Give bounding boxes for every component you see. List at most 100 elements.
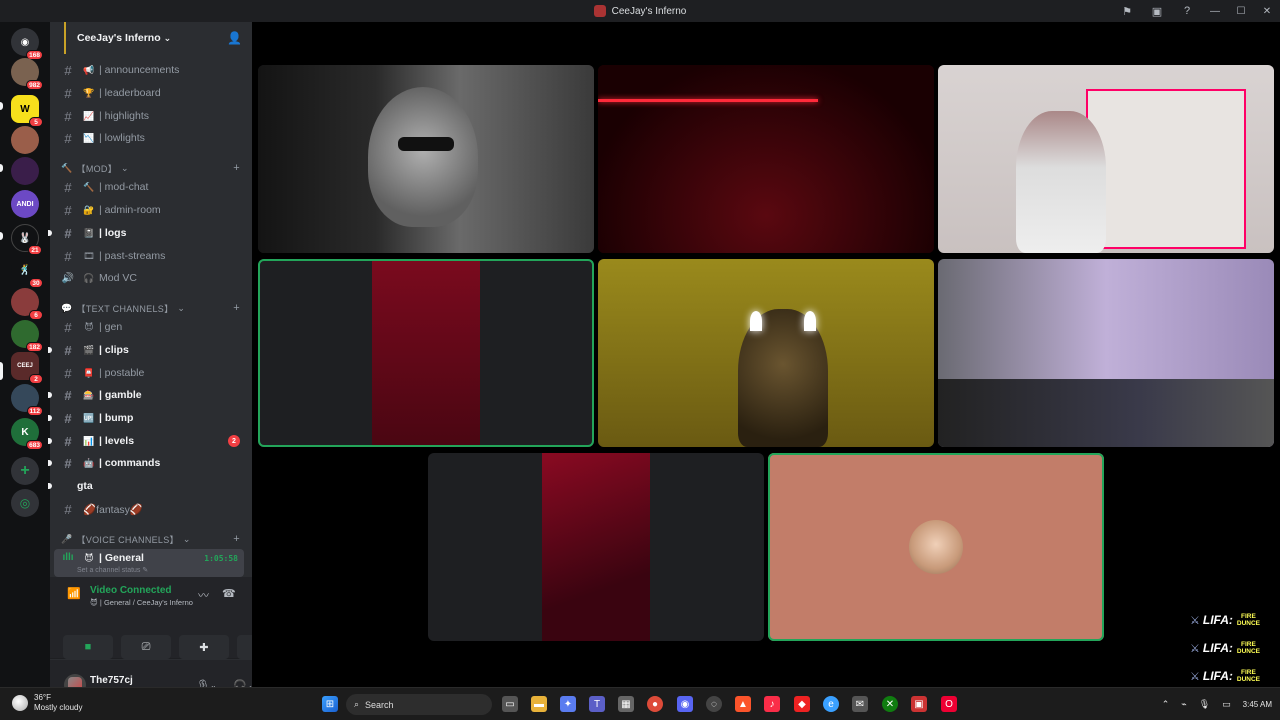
video-tile[interactable]	[428, 453, 764, 641]
video-tile-speaking[interactable]	[768, 453, 1104, 641]
hash-icon: #	[64, 108, 72, 124]
channel-name: | bump	[99, 412, 134, 424]
channel-past-streams[interactable]: # 🎞 | past-streams	[50, 245, 252, 267]
help-icon[interactable]: ?	[1172, 0, 1202, 22]
category-voice-channels[interactable]: 🎤 【VOICE CHANNELS】 ⌄ +	[50, 531, 252, 547]
disconnect-icon[interactable]: ☎	[222, 587, 236, 600]
display-icon[interactable]: ▭	[1222, 699, 1231, 710]
server-icon-ceejays-inferno[interactable]: CEEJ 2	[11, 352, 43, 384]
create-channel-button[interactable]: +	[233, 302, 240, 314]
channel-lowlights[interactable]: # 📉 | lowlights	[50, 127, 252, 149]
app-icon[interactable]: ◌	[706, 696, 722, 712]
opera-icon[interactable]: O	[941, 696, 957, 712]
channel-admin-room[interactable]: # 🔐 | admin-room	[50, 199, 252, 221]
edge-icon[interactable]: e	[823, 696, 839, 712]
taskbar-search[interactable]: ⌕ Search	[346, 694, 492, 715]
microphone-icon[interactable]: 🎙	[1199, 699, 1210, 710]
add-server-button[interactable]: +	[11, 457, 39, 485]
video-tile[interactable]	[938, 65, 1274, 253]
discord-icon[interactable]: ◉	[677, 696, 693, 712]
start-windows-icon[interactable]: ⊞	[322, 696, 338, 712]
server-icon[interactable]: ANDI	[11, 190, 39, 218]
clock[interactable]: 3:45 AM	[1243, 700, 1272, 710]
voice-channel-general[interactable]: ıllı 😈 | General 1:05:58 Set a channel s…	[54, 549, 244, 577]
maximize-button[interactable]: ☐	[1228, 0, 1254, 22]
user-display-name[interactable]: The757cj	[90, 675, 133, 686]
video-tile[interactable]	[258, 65, 594, 253]
server-icon[interactable]: W 5	[11, 95, 43, 127]
chevron-down-icon: ⌄	[163, 32, 172, 43]
close-button[interactable]: ✕	[1254, 0, 1280, 22]
video-tile[interactable]	[598, 259, 934, 447]
screen-share-button[interactable]: ⎚	[121, 635, 171, 659]
voice-location[interactable]: 😈 | General / CeeJay's Inferno	[90, 598, 193, 607]
task-view-icon[interactable]: ▭	[502, 696, 518, 712]
category-text-channels[interactable]: 💬 【TEXT CHANNELS】 ⌄ +	[50, 300, 252, 316]
server-header[interactable]: CeeJay's Inferno ⌄ 👤	[50, 22, 252, 54]
create-channel-button[interactable]: +	[233, 162, 240, 174]
copilot-icon[interactable]: ✦	[560, 696, 576, 712]
invite-people-icon[interactable]: 👤	[227, 31, 242, 45]
server-icon[interactable]: 6	[11, 288, 43, 320]
roblox-icon[interactable]: ◆	[794, 696, 810, 712]
hash-icon: #	[64, 319, 72, 335]
channel-leaderboard[interactable]: # 🏆 | leaderboard	[50, 82, 252, 104]
file-explorer-icon[interactable]: ▬	[531, 696, 547, 712]
participant-figure	[1016, 111, 1106, 253]
channel-fantasy[interactable]: # 🏈fantasy🏈	[50, 498, 252, 520]
screen-icon[interactable]: ▣	[1142, 0, 1172, 22]
channel-name: | logs	[99, 227, 127, 239]
video-tile-speaking[interactable]	[258, 259, 594, 447]
create-channel-button[interactable]: +	[233, 533, 240, 545]
game-icon[interactable]: ▣	[911, 696, 927, 712]
mail-icon[interactable]: ✉	[852, 696, 868, 712]
channel-clips[interactable]: # 🎬 | clips	[48, 339, 252, 361]
server-folder[interactable]: K 683	[11, 418, 43, 450]
voice-status-title[interactable]: Video Connected	[90, 585, 172, 596]
server-icon[interactable]: 182	[11, 320, 43, 352]
chevron-up-icon[interactable]: ⌃	[1162, 699, 1170, 710]
store-icon[interactable]: ▦	[618, 696, 634, 712]
server-icon[interactable]: 982	[11, 58, 43, 90]
category-mod[interactable]: 🔨 【MOD】 ⌄ +	[50, 160, 252, 176]
direct-messages-button[interactable]: ◉ 168	[11, 28, 43, 60]
video-tile[interactable]	[938, 259, 1274, 447]
channel-postable[interactable]: # 📮 | postable	[50, 362, 252, 384]
channel-highlights[interactable]: # 📈 | highlights	[50, 105, 252, 127]
music-icon[interactable]: ♪	[764, 696, 780, 712]
channel-commands[interactable]: # 🤖 | commands	[48, 452, 252, 474]
signal-strength-icon[interactable]: 📶	[67, 587, 81, 600]
camera-button[interactable]: ■	[63, 635, 113, 659]
hash-icon: #	[64, 433, 72, 449]
teams-icon[interactable]: T	[589, 696, 605, 712]
activities-button[interactable]: ✚	[179, 635, 229, 659]
server-icon[interactable]	[11, 126, 39, 154]
video-tile[interactable]	[598, 65, 934, 253]
channel-gta[interactable]: gta	[48, 475, 252, 497]
weather-widget[interactable]: 36°F Mostly cloudy	[12, 693, 82, 713]
chrome-icon[interactable]: ●	[647, 696, 663, 712]
explore-compass-icon[interactable]: ◎	[11, 489, 39, 517]
channel-bump[interactable]: # 🆙 | bump	[48, 407, 252, 429]
noise-suppression-icon[interactable]: 〰	[198, 587, 209, 603]
channel-announcements[interactable]: # 📢 | announcements	[50, 59, 252, 81]
channel-gamble[interactable]: # 🎰 | gamble	[48, 384, 252, 406]
channel-status[interactable]: Set a channel status ✎	[77, 566, 148, 574]
minimize-button[interactable]: —	[1202, 0, 1228, 22]
channel-levels[interactable]: # 📊 | levels 2	[48, 430, 252, 452]
brave-icon[interactable]: ▲	[735, 696, 751, 712]
server-icon[interactable]: 🐰 21	[11, 224, 42, 255]
window-blinds	[1086, 89, 1246, 249]
channel-mod-chat[interactable]: # 🔨 | mod-chat	[50, 176, 252, 198]
voice-channel-mod-vc[interactable]: 🔊 🎧 Mod VC	[50, 267, 252, 289]
server-icon[interactable]	[11, 157, 39, 185]
channel-logs[interactable]: # 📓 | logs	[48, 222, 252, 244]
inbox-flag-icon[interactable]: ⚑	[1112, 0, 1142, 22]
xbox-icon[interactable]: ✕	[882, 696, 898, 712]
category-label: 【TEXT CHANNELS】	[76, 303, 174, 314]
server-folder[interactable]: 112	[11, 384, 43, 416]
server-icon[interactable]: 🕺 30	[11, 256, 43, 288]
network-icon[interactable]: ⌁	[1181, 699, 1186, 710]
decorative-line	[64, 22, 66, 54]
channel-gen[interactable]: # 😈 | gen	[50, 316, 252, 338]
